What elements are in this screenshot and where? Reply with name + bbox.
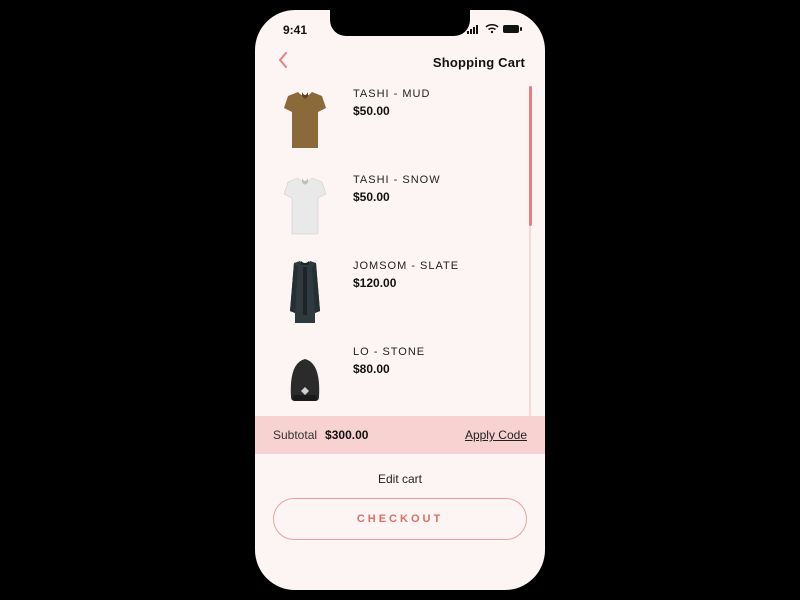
product-info: TASHI - SNOW $50.00 [353,170,441,204]
back-button[interactable] [269,48,297,76]
product-name: TASHI - SNOW [353,174,441,186]
cart-item[interactable]: TASHI - SNOW $50.00 [273,170,523,244]
subtotal-label: Subtotal [273,428,317,442]
subtotal-amount: $300.00 [325,428,368,442]
product-thumbnail [273,84,337,158]
apply-code-link[interactable]: Apply Code [465,428,527,442]
product-name: JOMSOM - SLATE [353,260,459,272]
subtotal: Subtotal $300.00 [273,428,368,442]
scrollbar-thumb[interactable] [529,86,532,226]
scrollbar[interactable] [529,86,531,416]
cart-item[interactable]: LO - STONE $80.00 [273,342,523,416]
product-thumbnail [273,170,337,244]
product-thumbnail [273,342,337,416]
product-price: $120.00 [353,276,459,290]
product-price: $50.00 [353,190,441,204]
header: Shopping Cart [255,40,545,80]
page-title: Shopping Cart [433,55,525,70]
product-price: $80.00 [353,362,425,376]
status-time: 9:41 [283,23,307,37]
product-name: TASHI - MUD [353,88,430,100]
product-price: $50.00 [353,104,430,118]
wifi-icon [485,23,499,37]
subtotal-bar: Subtotal $300.00 Apply Code [255,416,545,454]
product-name: LO - STONE [353,346,425,358]
phone-notch [330,10,470,36]
cart-item[interactable]: TASHI - MUD $50.00 [273,84,523,158]
status-indicators [467,23,523,37]
cart-item[interactable]: JOMSOM - SLATE $120.00 [273,256,523,330]
product-info: JOMSOM - SLATE $120.00 [353,256,459,290]
phone-frame: 9:41 Shopping Cart [255,10,545,590]
mouse-cursor-icon [543,521,545,546]
chevron-left-icon [276,51,290,74]
cart-list[interactable]: TASHI - MUD $50.00 TASHI - SNOW $50.00 [255,80,545,416]
product-thumbnail [273,256,337,330]
product-info: TASHI - MUD $50.00 [353,84,430,118]
edit-cart-link[interactable]: Edit cart [255,454,545,498]
checkout-button[interactable]: CHECKOUT [273,498,527,540]
battery-icon [503,23,523,37]
product-info: LO - STONE $80.00 [353,342,425,376]
